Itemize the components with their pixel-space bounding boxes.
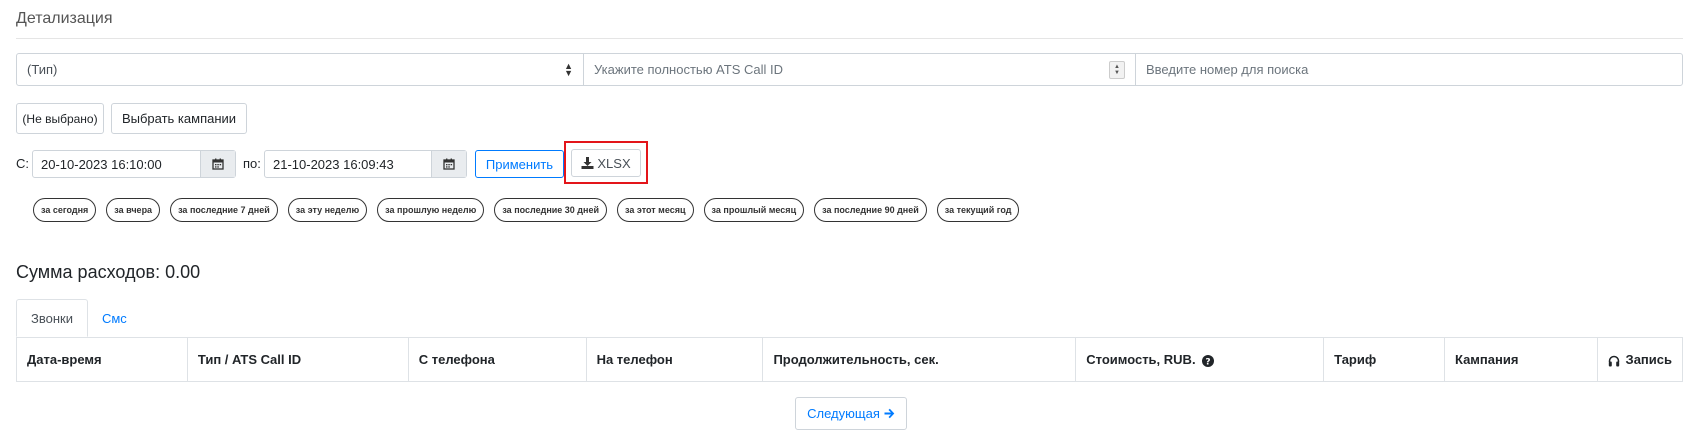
date-from-field[interactable]: 20-10-2023 16:10:00 (32, 150, 236, 178)
title-divider (16, 38, 1683, 39)
export-xlsx-button[interactable]: XLSX (571, 149, 641, 177)
quick-range-last-30-days[interactable]: за последние 30 дней (494, 198, 607, 222)
tab-sms[interactable]: Смс (88, 299, 141, 337)
filter-bar: (Тип) ▲ ▼ Укажите полностью ATS Call ID ▲… (16, 53, 1683, 86)
col-type-callid[interactable]: Тип / ATS Call ID (187, 338, 409, 381)
callid-placeholder: Укажите полностью ATS Call ID (594, 62, 783, 77)
table-header-row: Дата-время Тип / ATS Call ID С телефона … (17, 338, 1682, 381)
arrow-right-icon (884, 408, 895, 419)
tab-calls[interactable]: Звонки (16, 299, 88, 337)
choose-campaigns-button[interactable]: Выбрать кампании (111, 103, 247, 134)
headphones-icon (1608, 355, 1620, 367)
download-icon (581, 157, 594, 169)
select-arrows-icon: ▲ ▼ (564, 60, 573, 78)
col-recording[interactable]: Запись (1597, 338, 1682, 381)
type-select-value: (Тип) (27, 62, 58, 77)
date-to-label: по: (243, 156, 261, 171)
svg-text:?: ? (1206, 357, 1211, 367)
phone-search-input[interactable]: Введите номер для поиска (1136, 54, 1682, 85)
quick-range-last-week[interactable]: за прошлую неделю (377, 198, 485, 222)
quick-range-today[interactable]: за сегодня (33, 198, 97, 222)
col-datetime[interactable]: Дата-время (17, 338, 188, 381)
date-from-label: С: (16, 156, 29, 171)
number-spinner-icon[interactable]: ▲ ▼ (1109, 60, 1125, 79)
col-campaign[interactable]: Кампания (1444, 338, 1598, 381)
col-to-phone[interactable]: На телефон (586, 338, 764, 381)
quick-range-last-7-days[interactable]: за последние 7 дней (170, 198, 278, 222)
col-cost-label: Стоимость, RUB. (1086, 352, 1196, 367)
calls-table: Дата-время Тип / ATS Call ID С телефона … (16, 337, 1683, 382)
callid-input[interactable]: Укажите полностью ATS Call ID ▲ ▼ (584, 54, 1136, 85)
next-page-button[interactable]: Следующая (795, 397, 907, 430)
calendar-icon[interactable] (431, 151, 466, 177)
calendar-icon[interactable] (200, 151, 235, 177)
quick-range-this-year[interactable]: за текущий год (936, 198, 1020, 222)
col-cost[interactable]: Стоимость, RUB. ? (1075, 338, 1325, 381)
apply-button[interactable]: Применить (475, 150, 564, 178)
col-duration[interactable]: Продолжительность, сек. (762, 338, 1077, 381)
date-from-value[interactable]: 20-10-2023 16:10:00 (33, 151, 200, 177)
phone-search-placeholder: Введите номер для поиска (1146, 62, 1309, 77)
col-from-phone[interactable]: С телефона (408, 338, 587, 381)
date-to-field[interactable]: 21-10-2023 16:09:43 (264, 150, 467, 178)
question-circle-icon[interactable]: ? (1202, 354, 1215, 367)
campaign-selected-button[interactable]: (Не выбрано) (16, 103, 104, 134)
quick-range-yesterday[interactable]: за вчера (106, 198, 161, 222)
expense-total: Сумма расходов: 0.00 (16, 262, 201, 282)
quick-range-this-week[interactable]: за эту неделю (287, 198, 368, 222)
quick-range-last-month[interactable]: за прошлый месяц (703, 198, 805, 222)
quick-range-group: за сегодня за вчера за последние 7 дней … (33, 198, 1020, 222)
type-select[interactable]: (Тип) ▲ ▼ (17, 54, 584, 85)
col-tariff[interactable]: Тариф (1323, 338, 1445, 381)
date-to-value[interactable]: 21-10-2023 16:09:43 (265, 151, 431, 177)
page-title: Детализация (16, 10, 113, 27)
xlsx-button-label: XLSX (597, 155, 631, 171)
tab-bar: Звонки Смс (16, 299, 141, 337)
col-recording-label: Запись (1625, 352, 1672, 367)
next-button-label: Следующая (807, 406, 880, 421)
page: Детализация (Тип) ▲ ▼ Укажите полностью A… (0, 0, 1699, 434)
quick-range-this-month[interactable]: за этот месяц (617, 198, 694, 222)
quick-range-last-90-days[interactable]: за последние 90 дней (814, 198, 927, 222)
